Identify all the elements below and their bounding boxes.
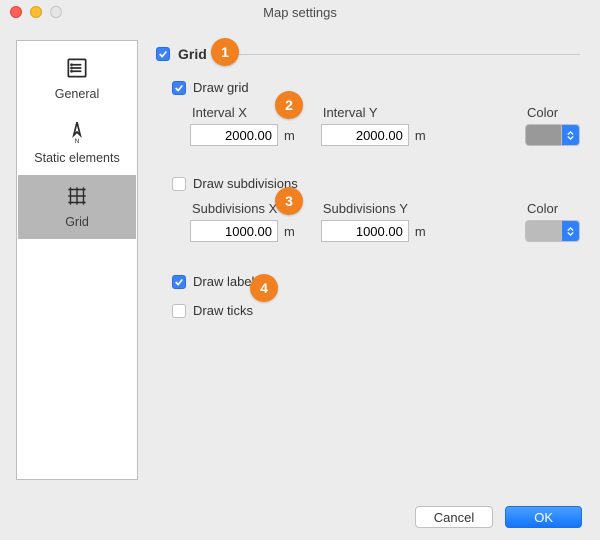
chevron-updown-icon	[562, 125, 579, 145]
separator	[223, 54, 580, 55]
svg-text:N: N	[75, 138, 80, 145]
window-title: Map settings	[0, 5, 600, 20]
subdiv-x-input[interactable]	[190, 220, 278, 242]
draw-subdivisions-checkbox[interactable]	[172, 177, 186, 191]
titlebar: Map settings	[0, 0, 600, 24]
sidebar-item-general[interactable]: General	[18, 47, 136, 111]
sidebar: General N Static elements Grid	[16, 40, 138, 480]
unit-label: m	[284, 128, 295, 143]
color-label: Color	[527, 105, 580, 120]
unit-label: m	[415, 224, 426, 239]
draw-labels-checkbox[interactable]	[172, 275, 186, 289]
minimize-icon[interactable]	[30, 6, 42, 18]
sidebar-item-label: General	[55, 87, 99, 101]
draw-ticks-label: Draw ticks	[193, 303, 253, 318]
list-icon	[64, 55, 90, 81]
cancel-button[interactable]: Cancel	[415, 506, 493, 528]
compass-icon: N	[64, 119, 90, 145]
color-swatch-icon	[526, 125, 562, 145]
close-icon[interactable]	[10, 6, 22, 18]
subdiv-y-label: Subdivisions Y	[323, 201, 426, 216]
callout-badge: 1	[211, 38, 239, 66]
grid-color-picker[interactable]	[525, 124, 580, 146]
main-panel: Grid Draw grid Interval X m	[138, 24, 600, 480]
callout-badge: 2	[275, 91, 303, 119]
traffic-lights	[10, 6, 62, 18]
callout-badge: 4	[250, 274, 278, 302]
ok-button[interactable]: OK	[505, 506, 582, 528]
interval-x-input[interactable]	[190, 124, 278, 146]
section-title: Grid	[178, 46, 207, 62]
subdiv-y-input[interactable]	[321, 220, 409, 242]
grid-icon	[64, 183, 90, 209]
color-swatch-icon	[526, 221, 562, 241]
grid-checkbox[interactable]	[156, 47, 170, 61]
chevron-updown-icon	[562, 221, 579, 241]
sidebar-item-static-elements[interactable]: N Static elements	[18, 111, 136, 175]
unit-label: m	[415, 128, 426, 143]
draw-grid-label: Draw grid	[193, 80, 249, 95]
color-label: Color	[527, 201, 580, 216]
sidebar-item-label: Static elements	[34, 151, 119, 165]
draw-grid-checkbox[interactable]	[172, 81, 186, 95]
subdiv-color-picker[interactable]	[525, 220, 580, 242]
sidebar-item-grid[interactable]: Grid	[18, 175, 136, 239]
footer: Cancel OK	[415, 506, 582, 528]
sidebar-item-label: Grid	[65, 215, 89, 229]
draw-ticks-checkbox[interactable]	[172, 304, 186, 318]
callout-badge: 3	[275, 187, 303, 215]
interval-y-label: Interval Y	[323, 105, 426, 120]
zoom-icon	[50, 6, 62, 18]
interval-y-input[interactable]	[321, 124, 409, 146]
unit-label: m	[284, 224, 295, 239]
